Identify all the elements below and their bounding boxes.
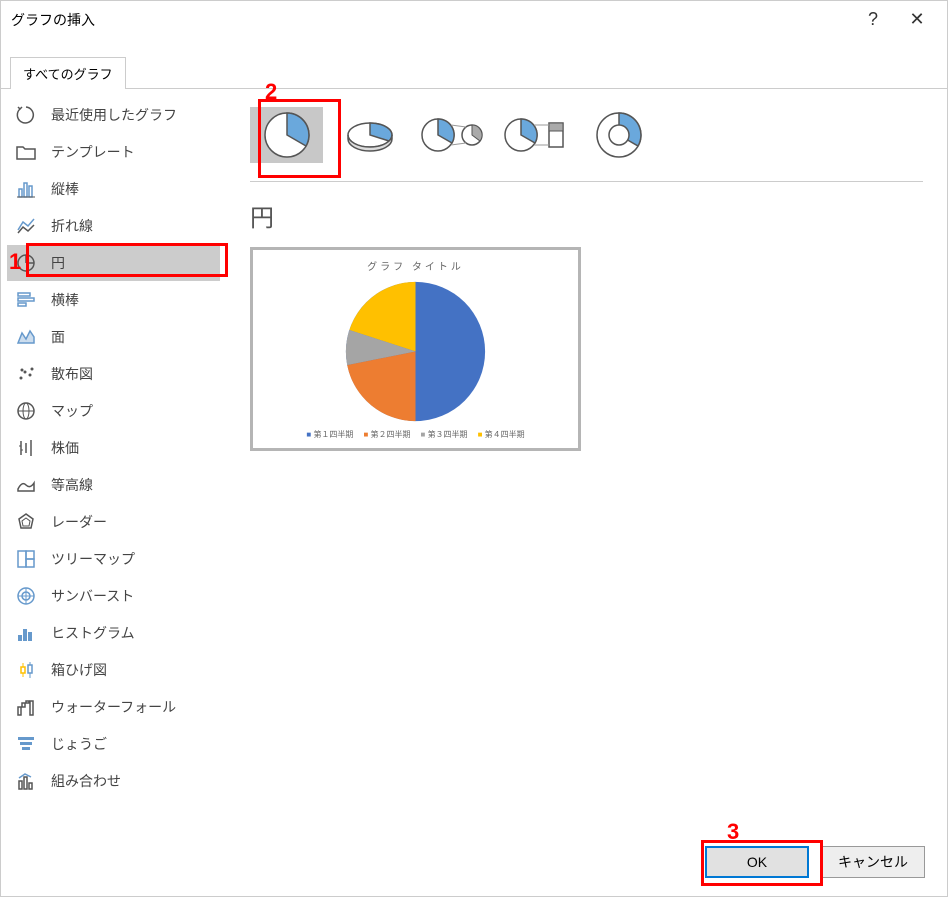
sidebar-item-map[interactable]: マップ (7, 393, 220, 429)
legend-item: 第１四半期 (306, 429, 353, 440)
titlebar: グラフの挿入 ? ✕ (1, 1, 947, 38)
legend-item: 第２四半期 (363, 429, 410, 440)
annotation-1: 1 (9, 249, 21, 275)
sidebar-item-combo[interactable]: 組み合わせ (7, 763, 220, 799)
ok-button[interactable]: OK (705, 846, 809, 878)
stock-chart-icon (15, 437, 37, 459)
legend-item: 第３四半期 (421, 429, 468, 440)
sidebar-item-label: サンバースト (51, 586, 134, 606)
sidebar-item-scatter[interactable]: 散布図 (7, 356, 220, 392)
chart-preview-title: グラフ タイトル (367, 258, 464, 273)
subtype-pie-of-pie[interactable] (416, 107, 489, 163)
titlebar-buttons: ? ✕ (863, 9, 927, 30)
sidebar-item-label: テンプレート (51, 142, 135, 162)
chart-subtype-row (250, 99, 923, 182)
sidebar-item-histogram[interactable]: ヒストグラム (7, 615, 220, 651)
sidebar-item-boxwhisker[interactable]: 箱ひげ図 (7, 652, 220, 688)
line-chart-icon (15, 215, 37, 237)
main-panel: 円 グラフ タイトル 第１四半期 第２四半期 第３四半期 第４四半期 (226, 89, 947, 828)
column-chart-icon (15, 178, 37, 200)
bar-chart-icon (15, 289, 37, 311)
sidebar-item-sunburst[interactable]: サンバースト (7, 578, 220, 614)
chart-category-sidebar: 最近使用したグラフ テンプレート 縦棒 折れ線 (1, 89, 226, 828)
surface-chart-icon (15, 474, 37, 496)
subtype-pie-3d[interactable] (333, 107, 406, 163)
legend-item: 第４四半期 (478, 429, 525, 440)
subtype-doughnut[interactable] (582, 107, 655, 163)
chart-preview[interactable]: グラフ タイトル 第１四半期 第２四半期 第３四半期 第４四半期 (250, 247, 581, 451)
sidebar-item-label: 面 (51, 327, 65, 347)
waterfall-icon (15, 696, 37, 718)
sidebar-item-label: マップ (51, 401, 93, 421)
sidebar-item-surface[interactable]: 等高線 (7, 467, 220, 503)
area-chart-icon (15, 326, 37, 348)
sidebar-item-label: ヒストグラム (51, 623, 135, 643)
dialog-window: グラフの挿入 ? ✕ すべてのグラフ 最近使用したグラフ テンプレート (0, 0, 948, 897)
close-button[interactable]: ✕ (907, 9, 927, 30)
tab-strip: すべてのグラフ (1, 56, 947, 89)
chart-legend: 第１四半期 第２四半期 第３四半期 第４四半期 (306, 429, 524, 440)
sidebar-item-label: レーダー (51, 512, 107, 532)
sidebar-item-area[interactable]: 面 (7, 319, 220, 355)
sidebar-item-radar[interactable]: レーダー (7, 504, 220, 540)
sidebar-item-templates[interactable]: テンプレート (7, 134, 220, 170)
help-button[interactable]: ? (863, 9, 883, 30)
annotation-2: 2 (265, 79, 277, 105)
sidebar-item-label: 最近使用したグラフ (51, 105, 177, 125)
sidebar-item-label: ツリーマップ (51, 549, 135, 569)
chart-type-heading: 円 (250, 198, 923, 233)
sidebar-item-label: 散布図 (51, 364, 93, 384)
histogram-icon (15, 622, 37, 644)
funnel-icon (15, 733, 37, 755)
content-area: 最近使用したグラフ テンプレート 縦棒 折れ線 (1, 89, 947, 828)
sidebar-item-label: 株価 (51, 438, 79, 458)
sidebar-item-label: 横棒 (51, 290, 79, 310)
recent-icon (15, 104, 37, 126)
sidebar-item-recent[interactable]: 最近使用したグラフ (7, 97, 220, 133)
sidebar-item-label: ウォーターフォール (51, 697, 176, 717)
sidebar-item-label: 縦棒 (51, 179, 79, 199)
tab-all-charts[interactable]: すべてのグラフ (10, 57, 126, 89)
map-icon (15, 400, 37, 422)
sidebar-item-label: 箱ひげ図 (51, 660, 107, 680)
pie-chart-preview-icon (343, 277, 488, 425)
folder-icon (15, 141, 37, 163)
cancel-button[interactable]: キャンセル (821, 846, 925, 878)
scatter-chart-icon (15, 363, 37, 385)
sunburst-icon (15, 585, 37, 607)
sidebar-item-line[interactable]: 折れ線 (7, 208, 220, 244)
sidebar-item-pie[interactable]: 円 (7, 245, 220, 281)
dialog-buttons: OK キャンセル (1, 828, 947, 896)
sidebar-item-treemap[interactable]: ツリーマップ (7, 541, 220, 577)
sidebar-item-label: 円 (51, 253, 65, 273)
subtype-pie-2d[interactable] (250, 107, 323, 163)
combo-chart-icon (15, 770, 37, 792)
sidebar-item-label: 折れ線 (51, 216, 93, 236)
sidebar-item-label: 等高線 (51, 475, 93, 495)
sidebar-item-label: 組み合わせ (51, 771, 121, 791)
sidebar-item-label: じょうご (51, 734, 107, 754)
treemap-icon (15, 548, 37, 570)
sidebar-item-bar[interactable]: 横棒 (7, 282, 220, 318)
sidebar-item-stock[interactable]: 株価 (7, 430, 220, 466)
window-title: グラフの挿入 (11, 10, 863, 30)
sidebar-item-waterfall[interactable]: ウォーターフォール (7, 689, 220, 725)
radar-chart-icon (15, 511, 37, 533)
sidebar-item-column[interactable]: 縦棒 (7, 171, 220, 207)
subtype-bar-of-pie[interactable] (499, 107, 572, 163)
boxwhisker-icon (15, 659, 37, 681)
annotation-3: 3 (727, 819, 739, 845)
sidebar-item-funnel[interactable]: じょうご (7, 726, 220, 762)
